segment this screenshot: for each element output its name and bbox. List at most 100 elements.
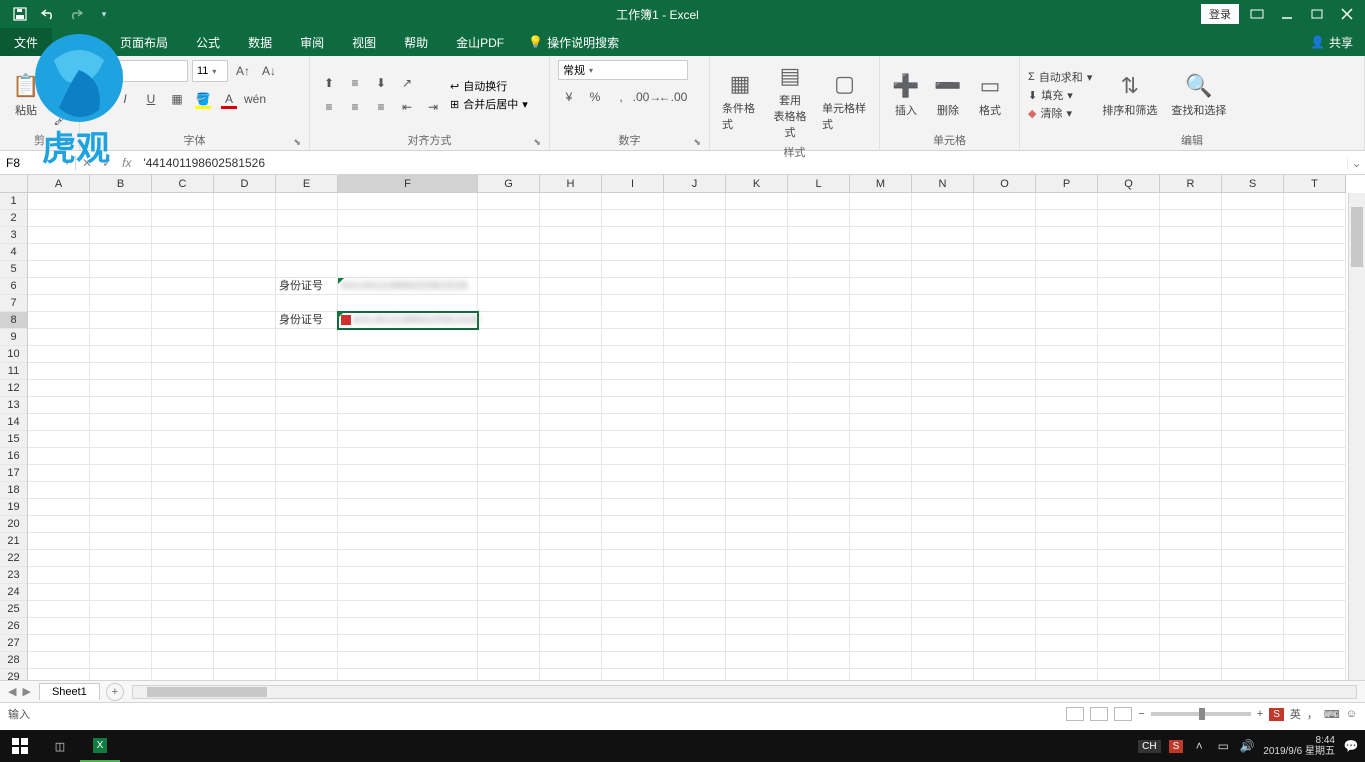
- cell[interactable]: [90, 261, 152, 278]
- select-all-button[interactable]: [0, 175, 28, 193]
- cell[interactable]: [974, 499, 1036, 516]
- cell[interactable]: [1222, 499, 1284, 516]
- cell[interactable]: [478, 295, 540, 312]
- cell[interactable]: [214, 261, 276, 278]
- delete-cells-button[interactable]: ➖删除: [930, 70, 966, 120]
- cell[interactable]: [214, 465, 276, 482]
- cell[interactable]: [602, 295, 664, 312]
- cell[interactable]: [850, 312, 912, 329]
- column-header[interactable]: N: [912, 175, 974, 193]
- cell[interactable]: [338, 363, 478, 380]
- cell[interactable]: [974, 448, 1036, 465]
- cell[interactable]: [912, 499, 974, 516]
- cell[interactable]: [152, 227, 214, 244]
- cell[interactable]: [1098, 414, 1160, 431]
- cell[interactable]: [1222, 210, 1284, 227]
- cell[interactable]: [912, 618, 974, 635]
- cell[interactable]: [1036, 414, 1098, 431]
- cell[interactable]: [1222, 448, 1284, 465]
- cell[interactable]: [788, 397, 850, 414]
- cell[interactable]: [1160, 312, 1222, 329]
- cell[interactable]: [1284, 414, 1346, 431]
- normal-view-button[interactable]: [1066, 707, 1084, 721]
- cell[interactable]: [850, 431, 912, 448]
- row-header[interactable]: 22: [0, 550, 28, 567]
- cell[interactable]: [1284, 516, 1346, 533]
- cell[interactable]: [214, 227, 276, 244]
- cell[interactable]: [152, 448, 214, 465]
- cell[interactable]: [1098, 652, 1160, 669]
- cell[interactable]: [1036, 533, 1098, 550]
- cell[interactable]: [664, 346, 726, 363]
- cell[interactable]: [664, 261, 726, 278]
- cell[interactable]: [152, 414, 214, 431]
- cell[interactable]: [1284, 210, 1346, 227]
- cell[interactable]: [90, 669, 152, 681]
- cell[interactable]: [1222, 193, 1284, 210]
- cell[interactable]: [788, 482, 850, 499]
- cell[interactable]: [540, 295, 602, 312]
- cell[interactable]: [90, 652, 152, 669]
- cell[interactable]: [152, 499, 214, 516]
- cell[interactable]: [1036, 652, 1098, 669]
- cell[interactable]: [912, 448, 974, 465]
- cell[interactable]: [478, 380, 540, 397]
- cell[interactable]: [974, 227, 1036, 244]
- cell[interactable]: [478, 261, 540, 278]
- cell[interactable]: [478, 346, 540, 363]
- cell[interactable]: [912, 363, 974, 380]
- cell[interactable]: [152, 431, 214, 448]
- cell[interactable]: [338, 295, 478, 312]
- cell[interactable]: [338, 210, 478, 227]
- cell[interactable]: [1098, 499, 1160, 516]
- cell[interactable]: [664, 652, 726, 669]
- cell[interactable]: [726, 431, 788, 448]
- cell[interactable]: [726, 380, 788, 397]
- cell[interactable]: [912, 295, 974, 312]
- cell[interactable]: [1222, 533, 1284, 550]
- cell[interactable]: [1284, 329, 1346, 346]
- cell[interactable]: [214, 669, 276, 681]
- cell[interactable]: [664, 210, 726, 227]
- cell[interactable]: [726, 482, 788, 499]
- cell[interactable]: [152, 363, 214, 380]
- row-header[interactable]: 15: [0, 431, 28, 448]
- cell[interactable]: [974, 312, 1036, 329]
- cell[interactable]: [540, 261, 602, 278]
- cell[interactable]: [1284, 618, 1346, 635]
- cell[interactable]: [974, 329, 1036, 346]
- ime-ch-badge[interactable]: CH: [1138, 740, 1160, 753]
- cell[interactable]: [974, 618, 1036, 635]
- cell[interactable]: [1284, 601, 1346, 618]
- row-header[interactable]: 23: [0, 567, 28, 584]
- cell[interactable]: [152, 193, 214, 210]
- cell[interactable]: [664, 414, 726, 431]
- cell[interactable]: [664, 193, 726, 210]
- cell[interactable]: [1160, 448, 1222, 465]
- cell[interactable]: [726, 618, 788, 635]
- cell[interactable]: [90, 465, 152, 482]
- cell[interactable]: [1036, 584, 1098, 601]
- cell[interactable]: [90, 618, 152, 635]
- tray-network-icon[interactable]: ▭: [1215, 738, 1231, 754]
- cell[interactable]: [540, 329, 602, 346]
- cell[interactable]: [602, 618, 664, 635]
- row-header[interactable]: 27: [0, 635, 28, 652]
- tab-formulas[interactable]: 公式: [182, 28, 234, 56]
- row-header[interactable]: 16: [0, 448, 28, 465]
- cell[interactable]: [788, 499, 850, 516]
- cell[interactable]: [664, 380, 726, 397]
- cell[interactable]: [850, 261, 912, 278]
- cell[interactable]: [90, 210, 152, 227]
- cell[interactable]: [338, 465, 478, 482]
- cell[interactable]: [1222, 278, 1284, 295]
- cell[interactable]: [1222, 227, 1284, 244]
- format-painter-button[interactable]: 🖌: [50, 108, 72, 130]
- cell[interactable]: [90, 567, 152, 584]
- row-header[interactable]: 1: [0, 193, 28, 210]
- cell[interactable]: [602, 465, 664, 482]
- cell[interactable]: [338, 652, 478, 669]
- cell[interactable]: [478, 601, 540, 618]
- cell[interactable]: [1036, 465, 1098, 482]
- cell[interactable]: [602, 499, 664, 516]
